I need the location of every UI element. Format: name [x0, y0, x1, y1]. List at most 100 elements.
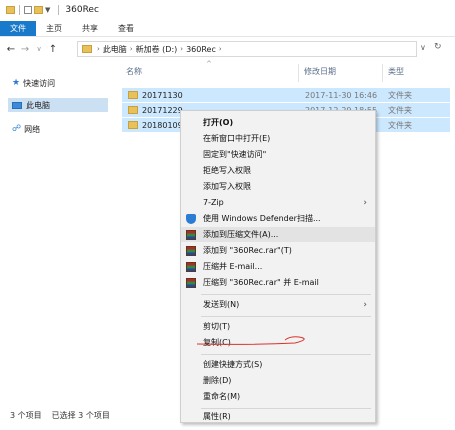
nav-item-label: 快速访问 — [23, 78, 56, 88]
folder-icon — [82, 45, 92, 53]
menu-item-label: 创建快捷方式(S) — [203, 360, 263, 369]
forward-arrow-icon[interactable]: → — [18, 44, 32, 55]
sort-caret-icon: ^ — [206, 60, 212, 68]
column-header-date[interactable]: 修改日期 — [304, 66, 336, 80]
breadcrumb-drive[interactable]: 新加卷 (D:) — [136, 44, 178, 55]
separator — [58, 5, 60, 15]
folder-icon — [128, 121, 138, 129]
tab-file[interactable]: 文件 — [0, 21, 36, 36]
network-icon: ☍ — [12, 124, 22, 134]
file-name: 20171229 — [142, 105, 183, 115]
menu-item-label: 在新窗口中打开(E) — [203, 134, 271, 143]
navigation-pane: ★ 快速访问 此电脑 ☍ 网络 — [0, 64, 112, 404]
menu-item-label: 添加到 "360Rec.rar"(T) — [203, 246, 292, 255]
menu-item-rename[interactable]: 重命名(M) — [181, 389, 375, 404]
tab-view[interactable]: 查看 — [108, 21, 144, 36]
menu-item-label: 添加写入权限 — [203, 182, 251, 191]
shield-icon — [186, 213, 196, 224]
refresh-icon[interactable]: ↻ — [434, 42, 442, 52]
menu-item-7zip[interactable]: 7-Zip › — [181, 195, 375, 210]
menu-item-send-to[interactable]: 发送到(N) › — [181, 297, 375, 312]
menu-item-label: 删除(D) — [203, 376, 232, 385]
menu-item-label: 使用 Windows Defender扫描... — [203, 214, 321, 223]
submenu-arrow-icon: › — [363, 197, 367, 208]
back-arrow-icon[interactable]: ← — [4, 44, 18, 55]
menu-item-label: 打开(O) — [203, 118, 234, 127]
chevron-down-icon[interactable]: ∨ — [420, 43, 426, 52]
title-bar: ▼ 360Rec — [0, 0, 455, 20]
menu-item-label: 重命名(M) — [203, 392, 241, 401]
chevron-right-icon[interactable]: › — [130, 45, 133, 53]
tab-home[interactable]: 主页 — [36, 21, 72, 36]
menu-item-cut[interactable]: 剪切(T) — [181, 319, 375, 334]
winrar-icon — [186, 277, 196, 288]
properties-quick-icon[interactable] — [24, 6, 32, 14]
menu-separator — [201, 316, 371, 317]
window-title: 360Rec — [65, 5, 99, 15]
menu-item-create-shortcut[interactable]: 创建快捷方式(S) — [181, 357, 375, 372]
menu-item-label: 剪切(T) — [203, 322, 231, 331]
file-date: 2017-11-30 16:46 — [305, 90, 378, 100]
chevron-right-icon[interactable]: › — [219, 45, 222, 53]
file-name: 20171130 — [142, 90, 183, 100]
address-bar[interactable]: › 此电脑 › 新加卷 (D:) › 360Rec › — [77, 41, 417, 57]
selected-count: 已选择 3 个项目 — [51, 411, 110, 420]
menu-item-defender[interactable]: 使用 Windows Defender扫描... — [181, 211, 375, 226]
column-header-name[interactable]: 名称 — [126, 66, 142, 80]
menu-item-label: 固定到"快速访问" — [203, 150, 267, 159]
tab-share[interactable]: 共享 — [72, 21, 108, 36]
menu-item-add-write[interactable]: 添加写入权限 — [181, 179, 375, 194]
menu-item-label: 拒绝写入权限 — [203, 166, 251, 175]
menu-item-pin-quick-access[interactable]: 固定到"快速访问" — [181, 147, 375, 162]
chevron-right-icon[interactable]: › — [97, 45, 100, 53]
new-folder-quick-icon[interactable] — [34, 6, 43, 14]
file-type: 文件夹 — [388, 120, 412, 130]
nav-item-network[interactable]: ☍ 网络 — [8, 122, 108, 136]
nav-item-label: 网络 — [24, 124, 41, 134]
menu-item-open[interactable]: 打开(O) — [181, 115, 375, 130]
menu-item-compress-email[interactable]: 压缩并 E-mail... — [181, 259, 375, 274]
context-menu: 打开(O) 在新窗口中打开(E) 固定到"快速访问" 拒绝写入权限 添加写入权限… — [180, 110, 376, 423]
breadcrumb-this-pc[interactable]: 此电脑 — [103, 44, 127, 55]
menu-item-open-new-window[interactable]: 在新窗口中打开(E) — [181, 131, 375, 146]
up-arrow-icon[interactable]: ↑ — [46, 44, 60, 55]
folder-icon — [128, 106, 138, 114]
menu-item-label: 添加到压缩文件(A)... — [203, 230, 279, 239]
winrar-icon — [186, 245, 196, 256]
folder-icon — [6, 6, 15, 14]
menu-separator — [201, 294, 371, 295]
quick-access-dropdown-icon[interactable]: ▼ — [45, 6, 50, 14]
file-type: 文件夹 — [388, 105, 412, 115]
ribbon-tabs: 文件 主页 共享 查看 — [0, 21, 455, 37]
file-row[interactable]: 20171130 2017-11-30 16:46 文件夹 — [122, 88, 450, 102]
column-divider[interactable] — [382, 64, 383, 82]
nav-item-this-pc[interactable]: 此电脑 — [8, 98, 108, 112]
breadcrumb-360rec[interactable]: 360Rec — [186, 45, 216, 54]
winrar-icon — [186, 229, 196, 240]
menu-item-label: 压缩到 "360Rec.rar" 并 E-mail — [203, 278, 319, 287]
menu-item-delete[interactable]: 删除(D) — [181, 373, 375, 388]
chevron-right-icon[interactable]: › — [180, 45, 183, 53]
column-header-type[interactable]: 类型 — [388, 66, 404, 80]
menu-item-label: 7-Zip — [203, 198, 224, 207]
menu-item-add-to-rar[interactable]: 添加到 "360Rec.rar"(T) — [181, 243, 375, 258]
status-bar: 3 个项目 已选择 3 个项目 — [10, 410, 110, 421]
menu-item-label: 压缩并 E-mail... — [203, 262, 263, 271]
item-count: 3 个项目 — [10, 411, 42, 420]
file-name: 20180109 — [142, 120, 183, 130]
separator — [19, 5, 20, 15]
menu-item-label: 属性(R) — [203, 412, 231, 421]
winrar-icon — [186, 261, 196, 272]
highlight-annotation — [196, 336, 305, 345]
recent-dropdown-icon[interactable]: ∨ — [32, 45, 46, 53]
menu-item-label: 发送到(N) — [203, 300, 240, 309]
menu-item-add-archive[interactable]: 添加到压缩文件(A)... — [181, 227, 375, 242]
menu-item-properties[interactable]: 属性(R) — [181, 409, 375, 424]
menu-item-deny-write[interactable]: 拒绝写入权限 — [181, 163, 375, 178]
nav-item-quick-access[interactable]: ★ 快速访问 — [8, 76, 108, 90]
menu-item-compress-rar-email[interactable]: 压缩到 "360Rec.rar" 并 E-mail — [181, 275, 375, 290]
nav-item-label: 此电脑 — [26, 100, 50, 110]
address-row: ← → ∨ ↑ › 此电脑 › 新加卷 (D:) › 360Rec › ∨ ↻ — [0, 38, 455, 60]
computer-icon — [12, 101, 22, 109]
column-divider[interactable] — [298, 64, 299, 82]
